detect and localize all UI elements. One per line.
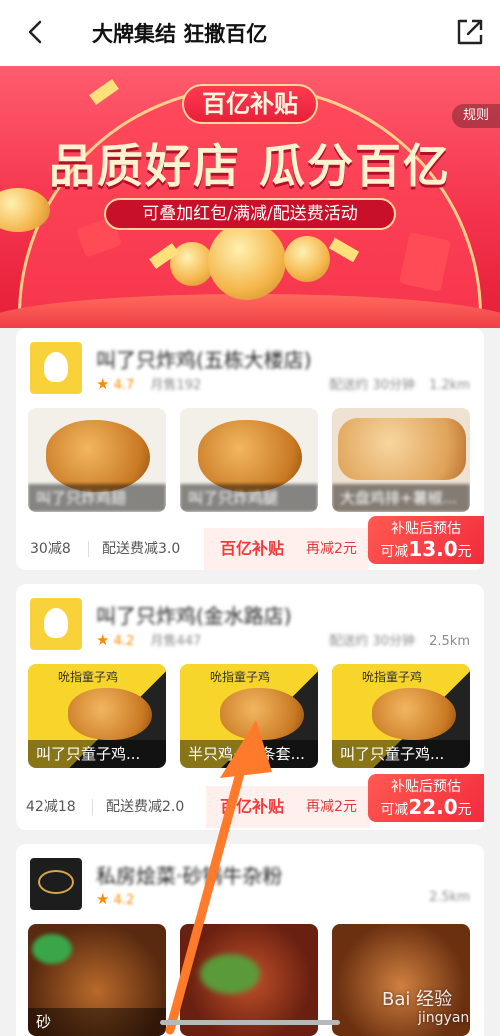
discount-chip: 42减18	[26, 799, 76, 815]
store-name: 叫了只炸鸡(五栋大楼店)	[96, 348, 312, 372]
store-meta: ★ 4.2 月售447 配送约 30分钟 2.5km	[96, 630, 470, 649]
subsidy-label: 百亿补贴	[220, 539, 285, 558]
store-rating: 4.7	[113, 378, 135, 393]
dish-caption: 叫了只炸鸡翅	[28, 484, 166, 512]
store-distance: 2.5km	[429, 634, 470, 649]
chevron-left-icon[interactable]	[20, 16, 52, 48]
share-icon[interactable]	[454, 16, 486, 48]
store-logo	[30, 342, 82, 394]
subsidy-estimate-badge: 补贴后预估 可减22.0元	[368, 774, 484, 822]
monthly-sales: 月售447	[150, 634, 202, 649]
home-indicator	[160, 1020, 340, 1025]
dish-caption: 叫了只炸鸡腿	[180, 484, 318, 512]
dish-photo[interactable]: 大盘鸡排+薯椒...	[332, 408, 470, 512]
store-meta: ★ 4.7 月售192 配送约 30分钟 1.2km	[96, 374, 470, 393]
subsidy-estimate-badge: 补贴后预估 可减13.0元	[368, 516, 484, 564]
banner-tag: 百亿补贴	[182, 84, 318, 124]
extra-discount: 再减2元	[306, 799, 357, 815]
store-distance: 1.2km	[429, 378, 470, 393]
promo-row: 42减18 配送费减2.0 百亿补贴 再减2元 补贴后预估 可减22.0元	[16, 774, 484, 828]
delivery-discount-chip: 配送费减2.0	[106, 799, 185, 815]
dish-photo[interactable]: 叫了只炸鸡翅	[28, 408, 166, 512]
delivery-time: 配送约 30分钟	[329, 378, 415, 393]
subsidy-label: 百亿补贴	[220, 797, 285, 816]
store-rating: 4.2	[113, 634, 135, 649]
discount-chip: 30减8	[30, 541, 71, 557]
store-logo	[30, 858, 82, 910]
dish-caption: 大盘鸡排+薯椒...	[332, 484, 470, 512]
delivery-discount-chip: 配送费减3.0	[102, 541, 181, 557]
watermark-logo: Bai 经验	[382, 989, 453, 1010]
store-meta: ★ 4.2 2.5km	[96, 890, 470, 908]
store-name: 叫了只炸鸡(金水路店)	[96, 604, 292, 628]
watermark-text: jingyan	[418, 1010, 470, 1026]
monthly-sales: 月售192	[150, 378, 202, 393]
coin-icon	[208, 222, 286, 300]
coin-icon	[284, 236, 330, 282]
dish-photos: 叫了只炸鸡翅 叫了只炸鸡腿 大盘鸡排+薯椒...	[28, 408, 472, 512]
top-nav-bar: 大牌集结 狂撒百亿	[0, 0, 500, 66]
delivery-time: 配送约 30分钟	[329, 634, 415, 649]
dish-caption: 半只鸡+薯条套...	[180, 740, 318, 768]
dish-photo[interactable]: 吮指童子鸡 叫了只童子鸡...	[332, 664, 470, 768]
rules-button[interactable]: 规则	[452, 104, 500, 128]
star-icon: ★	[96, 631, 110, 649]
store-card[interactable]: 叫了只炸鸡(金水路店) ★ 4.2 月售447 配送约 30分钟 2.5km 吮…	[16, 584, 484, 830]
page-title: 大牌集结 狂撒百亿	[92, 22, 268, 46]
dish-caption: 叫了只童子鸡...	[28, 740, 166, 768]
ribbon-decoration	[89, 79, 119, 105]
star-icon: ★	[96, 375, 110, 393]
store-distance: 2.5km	[429, 890, 470, 905]
star-icon: ★	[96, 890, 110, 908]
dish-photo[interactable]: 砂	[28, 924, 166, 1036]
store-name: 私房烩菜·砂锅牛杂粉	[96, 864, 283, 888]
promo-row: 30减8 配送费减3.0 百亿补贴 再减2元 补贴后预估 可减13.0元	[16, 516, 484, 570]
banner-subline: 可叠加红包/满减/配送费活动	[104, 198, 396, 230]
dish-photo[interactable]: 吮指童子鸡 叫了只童子鸡...	[28, 664, 166, 768]
estimate-amount: 22.0	[408, 795, 458, 819]
dish-caption: 叫了只童子鸡...	[332, 740, 470, 768]
estimate-label: 补贴后预估	[391, 521, 461, 537]
dish-photo[interactable]: 叫了只炸鸡腿	[180, 408, 318, 512]
dish-photos: 吮指童子鸡 叫了只童子鸡... 吮指童子鸡 半只鸡+薯条套... 吮指童子鸡 叫…	[28, 664, 472, 768]
estimate-amount: 13.0	[408, 537, 458, 561]
dish-caption: 砂	[28, 1008, 166, 1036]
store-rating: 4.2	[113, 893, 135, 908]
dish-photo[interactable]: 吮指童子鸡 半只鸡+薯条套...	[180, 664, 318, 768]
promo-banner[interactable]: 百亿补贴 品质好店 瓜分百亿 可叠加红包/满减/配送费活动 规则	[0, 66, 500, 328]
estimate-label: 补贴后预估	[391, 779, 461, 795]
store-card[interactable]: 叫了只炸鸡(五栋大楼店) ★ 4.7 月售192 配送约 30分钟 1.2km …	[16, 328, 484, 570]
extra-discount: 再减2元	[306, 541, 357, 557]
banner-headline: 品质好店 瓜分百亿	[48, 139, 451, 193]
store-logo	[30, 598, 82, 650]
